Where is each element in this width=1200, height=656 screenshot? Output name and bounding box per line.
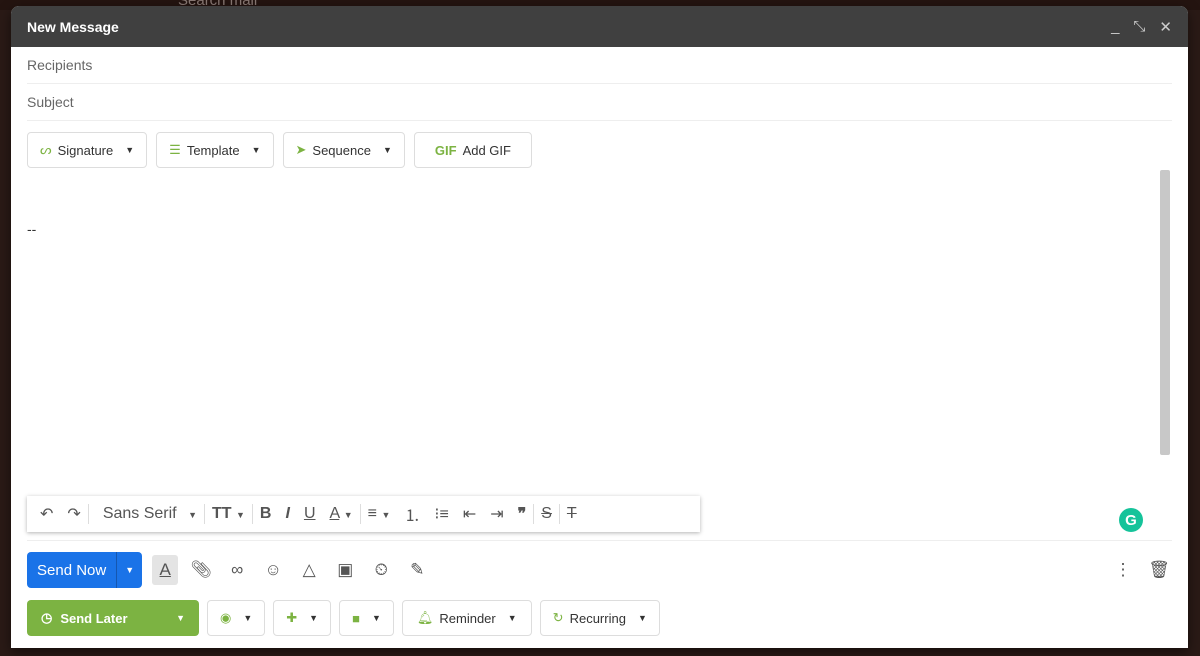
remove-formatting-icon[interactable]: T [560,505,584,523]
link-icon[interactable]: ∞ [224,560,250,580]
recurring-button[interactable]: ↻ Recurring ▼ [539,600,660,636]
caret-icon: ▼ [637,613,647,623]
send-later-label: Send Later [60,610,128,626]
attach-icon[interactable]: 📎︎ [188,560,214,580]
template-button[interactable]: ☰ Template ▼ [156,132,274,168]
caret-icon: ▼ [251,145,261,155]
confidential-mode-icon[interactable]: ⏲ [368,560,394,580]
caret-icon: ▼ [507,613,517,623]
font-label: Sans Serif [102,505,177,522]
caret-icon[interactable]: ▼ [176,613,185,623]
compose-header: New Message _ ⤡ ✕ [11,6,1188,47]
formatting-options-icon[interactable]: A [152,555,179,585]
minimize-icon[interactable]: _ [1111,18,1119,35]
puzzle-icon: ✚ [286,610,298,625]
chip-label: Template [186,142,240,158]
photo-icon[interactable]: ▣ [332,560,358,580]
redo-icon[interactable]: ↷ [60,504,87,524]
caret-icon: ▼ [371,613,381,623]
eye-icon: ◉ [220,610,232,625]
formatting-toolbar: ↶ ↷ Sans Serif ▼ TT ▼ BIUA ▼ ≡ ▼ ⒈ ⁝≡ ⇤ ⇥ ❞ S … [27,496,700,532]
chip-label: Add GIF [462,142,511,158]
strikethrough-icon[interactable]: S [534,505,559,523]
clock-icon: ◷ [41,610,53,625]
underline-icon[interactable]: U [297,505,323,523]
reminder-label: Reminder [439,610,496,626]
send-later-button[interactable]: ◷ Send Later ▼ [27,600,199,636]
add-gif-button[interactable]: GIF Add GIF [413,132,532,168]
send-options-caret-icon[interactable]: ▼ [117,552,142,588]
bold-icon[interactable]: B [253,505,279,523]
font-size-icon[interactable]: TT ▼ [205,505,252,523]
indent-more-icon[interactable]: ⇥ [483,504,510,524]
align-icon[interactable]: ≡ ▼ [361,505,398,523]
quote-icon[interactable]: ❞ [511,504,534,524]
send-now-label[interactable]: Send Now [27,552,118,588]
caret-icon: ▼ [309,613,319,623]
caret-icon: ▼ [243,613,253,623]
caret-icon: ▼ [125,145,135,155]
extensions-button[interactable]: ✚ ▼ [273,600,332,636]
refresh-icon: ↻ [552,610,564,625]
divider [27,540,1172,541]
note-button[interactable]: ■ ▼ [339,600,394,636]
caret-icon: ▼ [382,145,392,155]
compose-window: New Message _ ⤡ ✕ Recipients Subject ᔕ Si… [11,6,1188,648]
signature-pen-icon[interactable]: ✎ [404,560,430,580]
subject-field[interactable]: Subject [27,84,1172,121]
sequence-button[interactable]: ➤ Sequence ▼ [282,132,405,168]
template-icon: ☰ [169,142,181,157]
sticky-note-icon: ■ [352,610,360,626]
close-icon[interactable]: ✕ [1159,18,1172,36]
bulleted-list-icon[interactable]: ⁝≡ [427,504,455,524]
grammarly-icon[interactable]: G [1119,508,1143,532]
emoji-icon[interactable]: ☺ [260,560,286,580]
recurring-label: Recurring [569,610,626,626]
font-select[interactable]: Sans Serif ▼ [89,505,204,523]
compose-title: New Message [27,18,119,35]
indent-less-icon[interactable]: ⇤ [456,504,483,524]
text-color-icon[interactable]: A ▼ [323,505,360,523]
bell-icon: 🔔︎ [416,610,434,625]
exit-fullscreen-icon[interactable]: ⤡ [1133,18,1145,35]
chip-label: Sequence [312,142,371,158]
chip-label: Signature [57,142,114,158]
more-options-icon[interactable]: ⋮ [1110,560,1136,580]
signature-icon: ᔕ [40,142,52,157]
numbered-list-icon[interactable]: ⒈ [397,502,427,526]
trash-icon[interactable]: 🗑︎ [1146,560,1172,580]
recipients-field[interactable]: Recipients [27,47,1172,84]
signature-button[interactable]: ᔕ Signature ▼ [27,132,148,168]
reminder-button[interactable]: 🔔︎ Reminder ▼ [401,600,532,636]
send-icon: ➤ [295,142,307,157]
tracking-button[interactable]: ◉ ▼ [207,600,266,636]
undo-icon[interactable]: ↶ [33,504,60,524]
send-now-button[interactable]: Send Now ▼ [27,552,143,588]
italic-icon[interactable]: I [278,505,296,523]
gif-icon: GIF [434,142,457,158]
message-body[interactable]: -- [27,221,36,237]
drive-icon[interactable]: △ [296,560,322,580]
scrollbar[interactable] [1160,170,1170,455]
